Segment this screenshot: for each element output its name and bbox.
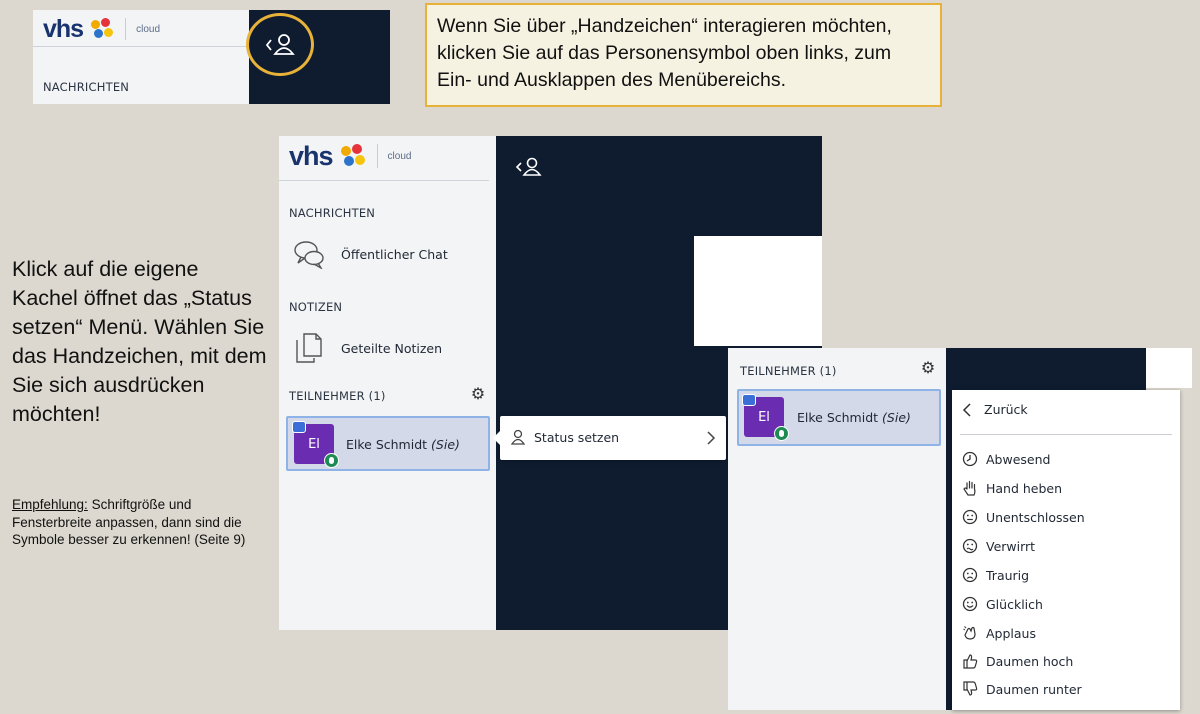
- tip-label: Empfehlung:: [12, 497, 88, 512]
- neutral-face-icon: [962, 509, 978, 525]
- status-item-label: Hand heben: [986, 480, 1063, 496]
- chevron-right-icon: [707, 431, 716, 445]
- status-item-thumbs-down[interactable]: Daumen runter: [962, 681, 1082, 697]
- section-messages-main: NACHRICHTEN: [289, 206, 376, 220]
- user-name-text-right: Elke Schmidt: [797, 410, 879, 425]
- user-toggle-icon-main[interactable]: [514, 156, 544, 178]
- status-item-label: Glücklich: [986, 596, 1043, 612]
- user-name-text: Elke Schmidt: [346, 437, 428, 452]
- chat-icon: [294, 241, 324, 269]
- user-tile-right[interactable]: El Elke Schmidt (Sie): [737, 389, 941, 446]
- logo-cloud-text-main: cloud: [387, 150, 412, 162]
- tip-text: Empfehlung: Schriftgröße und Fensterbrei…: [12, 496, 270, 549]
- shared-notes-label: Geteilte Notizen: [341, 340, 443, 356]
- status-item-label: Abwesend: [986, 451, 1051, 467]
- happy-face-icon: [962, 596, 978, 612]
- avatar-initials: El: [308, 436, 320, 452]
- status-item-thumbs-up[interactable]: Daumen hoch: [962, 653, 1073, 669]
- section-participants-right: TEILNEHMER (1): [740, 364, 837, 378]
- callout-text: Wenn Sie über „Handzeichen“ interagieren…: [437, 15, 892, 91]
- thumbs-up-icon: [962, 653, 978, 669]
- user-tile[interactable]: El Elke Schmidt (Sie): [286, 416, 490, 471]
- presenter-badge-icon: [292, 421, 306, 433]
- status-item-undecided[interactable]: Unentschlossen: [962, 509, 1085, 525]
- vhs-logo: vhs cloud: [43, 14, 160, 43]
- public-chat-item[interactable]: Öffentlicher Chat: [293, 236, 483, 272]
- vhs-logo-main: vhs cloud: [289, 140, 412, 171]
- logo-dots-icon: [89, 18, 115, 40]
- white-content-area: [694, 236, 822, 346]
- status-item-applause[interactable]: Applaus: [962, 625, 1036, 641]
- user-name-right: Elke Schmidt (Sie): [797, 410, 911, 425]
- instructions-text: Klick auf die eigene Kachel öffnet das „…: [12, 257, 267, 426]
- notes-icon: [296, 333, 322, 363]
- sad-face-icon: [962, 567, 978, 583]
- status-item-label: Daumen hoch: [986, 653, 1074, 669]
- logo-text-main: vhs: [289, 140, 334, 171]
- participants-settings-icon[interactable]: ⚙: [469, 386, 487, 404]
- logo-text: vhs: [43, 14, 84, 43]
- section-notes: NOTIZEN: [289, 300, 343, 314]
- screenshot-sidebar-small: vhs cloud NACHRICHTEN: [33, 10, 249, 104]
- applause-icon: [962, 625, 978, 641]
- section-participants: TEILNEHMER (1): [289, 389, 386, 403]
- shared-notes-item[interactable]: Geteilte Notizen: [295, 330, 485, 366]
- user-name: Elke Schmidt (Sie): [346, 437, 460, 452]
- avatar-initials-right: El: [758, 409, 770, 425]
- status-item-confused[interactable]: Verwirrt: [962, 538, 1035, 554]
- status-setzen-label: Status setzen: [534, 430, 620, 445]
- user-suffix-right: (Sie): [882, 410, 911, 425]
- chevron-left-icon: [962, 402, 971, 417]
- status-item-label: Applaus: [986, 625, 1036, 641]
- logo-dots-icon-main: [339, 144, 367, 168]
- toggle-userlist-button[interactable]: [246, 13, 314, 76]
- logo-cloud-text: cloud: [136, 23, 160, 35]
- status-item-sad[interactable]: Traurig: [962, 567, 1029, 583]
- back-label: Zurück: [984, 402, 1028, 417]
- hand-icon: [962, 480, 978, 496]
- status-item-label: Unentschlossen: [986, 509, 1085, 525]
- clock-icon: [962, 451, 978, 467]
- presenter-badge-icon-right: [742, 394, 756, 406]
- microphone-icon: [324, 453, 339, 468]
- white-content-right: [1146, 348, 1192, 388]
- status-item-label: Traurig: [986, 567, 1030, 583]
- confused-face-icon: [962, 538, 978, 554]
- user-suffix: (Sie): [431, 437, 460, 452]
- user-toggle-icon: [265, 34, 295, 55]
- status-item-label: Verwirrt: [986, 538, 1036, 554]
- participants-settings-icon-right[interactable]: ⚙: [919, 360, 937, 378]
- info-callout: Wenn Sie über „Handzeichen“ interagieren…: [425, 3, 942, 107]
- person-icon: [510, 429, 526, 445]
- public-chat-label: Öffentlicher Chat: [341, 246, 448, 262]
- status-item-away[interactable]: Abwesend: [962, 451, 1050, 467]
- status-item-label: Daumen runter: [986, 681, 1082, 697]
- status-item-raise-hand[interactable]: Hand heben: [962, 480, 1062, 496]
- back-menu-item[interactable]: Zurück: [962, 402, 1028, 417]
- status-popup[interactable]: Status setzen: [493, 416, 726, 460]
- screenshot-participants-right: TEILNEHMER (1) ⚙ El Elke Schmidt (Sie): [728, 348, 946, 710]
- microphone-icon-right: [774, 426, 789, 441]
- status-item-happy[interactable]: Glücklich: [962, 596, 1043, 612]
- thumbs-down-icon: [962, 681, 978, 697]
- section-messages: NACHRICHTEN: [43, 80, 130, 94]
- screenshot-sidebar-main: vhs cloud NACHRICHTEN Öffentlicher Chat …: [279, 136, 496, 630]
